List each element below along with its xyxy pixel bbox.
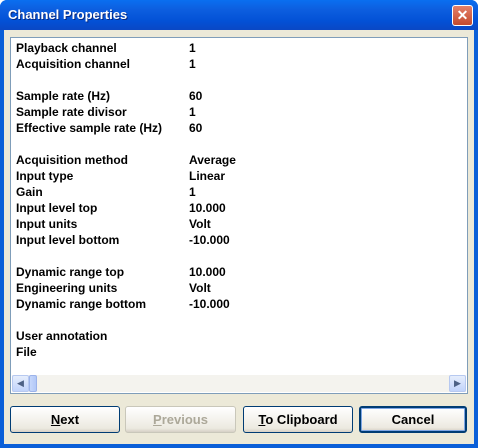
property-label: Acquisition method (16, 153, 128, 167)
next-mnemonic: N (50, 412, 61, 427)
property-value: Volt (189, 217, 211, 231)
property-value: -10.000 (189, 297, 230, 311)
property-value: Volt (189, 281, 211, 295)
property-value: -10.000 (189, 233, 230, 247)
property-value: Average (189, 153, 236, 167)
property-label: Gain (16, 185, 43, 199)
property-label: File (16, 345, 37, 359)
previous-button[interactable]: Previous (125, 406, 236, 433)
arrow-left-icon: ◀ (17, 378, 24, 388)
to-clipboard-button[interactable]: To Clipboard (243, 406, 353, 433)
property-label: User annotation (16, 329, 108, 343)
next-button[interactable]: Next (10, 406, 120, 433)
scroll-thumb[interactable] (29, 375, 37, 392)
property-value: 1 (189, 185, 196, 199)
property-value: 10.000 (189, 265, 226, 279)
horizontal-scrollbar[interactable]: ◀ ▶ (12, 375, 466, 392)
previous-label: revious (161, 412, 208, 427)
property-label: Acquisition channel (16, 57, 131, 71)
close-icon: ✕ (456, 7, 469, 23)
cancel-label: Cancel (391, 412, 435, 427)
property-label: Input level bottom (16, 233, 120, 247)
property-label: Playback channel (16, 41, 117, 55)
scroll-left-button[interactable]: ◀ (12, 375, 29, 392)
property-label: Effective sample rate (Hz) (16, 121, 163, 135)
property-value: 60 (189, 89, 203, 103)
scroll-right-button[interactable]: ▶ (449, 375, 466, 392)
property-value: 1 (189, 41, 196, 55)
property-label: Dynamic range bottom (16, 297, 147, 311)
property-label: Sample rate divisor (16, 105, 127, 119)
properties-list[interactable]: Playback channel 1 Acquisition channel 1 Sam… (10, 37, 468, 394)
property-label: Sample rate (Hz) (16, 89, 111, 103)
dialog-window: Channel Properties ✕ Playback channel 1 Ac… (0, 0, 478, 448)
arrow-right-icon: ▶ (454, 378, 461, 388)
property-label: Engineering units (16, 281, 118, 295)
property-value: 1 (189, 57, 196, 71)
previous-mnemonic: P (153, 412, 162, 427)
close-button[interactable]: ✕ (452, 5, 473, 26)
property-value: 60 (189, 121, 203, 135)
property-label: Input level top (16, 201, 98, 215)
property-label: Input type (16, 169, 74, 183)
property-value: 10.000 (189, 201, 226, 215)
clipboard-label: o Clipboard (265, 412, 338, 427)
title-bar[interactable]: Channel Properties ✕ (0, 0, 478, 30)
property-label: Input units (16, 217, 78, 231)
property-label: Dynamic range top (16, 265, 125, 279)
property-value: 1 (189, 105, 196, 119)
dialog-client: Playback channel 1 Acquisition channel 1 Sam… (4, 30, 474, 444)
property-value: Linear (189, 169, 226, 183)
window-title: Channel Properties (8, 7, 128, 22)
cancel-button[interactable]: Cancel (359, 406, 467, 433)
next-label: ext (60, 412, 80, 427)
